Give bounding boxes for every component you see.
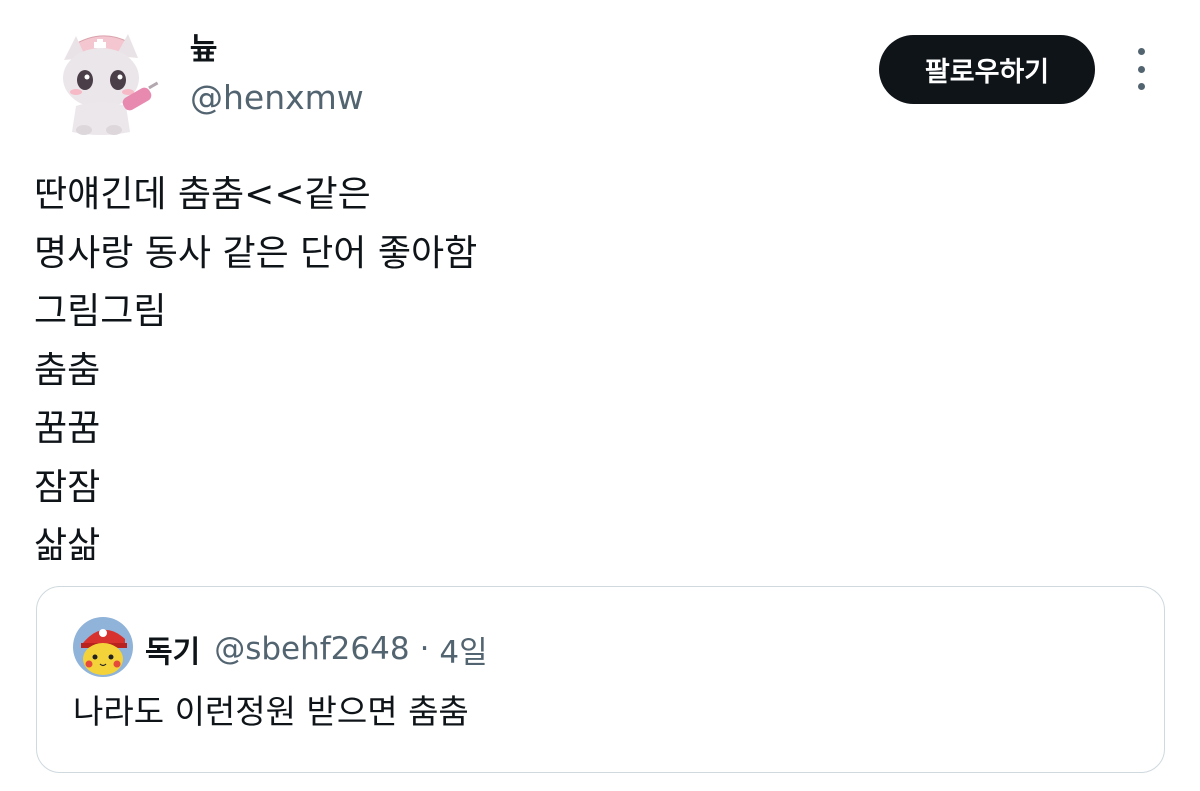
- tweet-line: 잠잠: [34, 466, 101, 508]
- follow-button[interactable]: 팔로우하기: [879, 35, 1095, 104]
- author-info: 늎 @henxmw: [190, 32, 364, 120]
- tweet-line: 춤춤: [34, 349, 101, 391]
- quoted-author-handle[interactable]: @sbehf2648: [214, 631, 409, 667]
- tweet-line: 꿈꿈: [34, 408, 101, 449]
- quoted-author-avatar[interactable]: [73, 617, 133, 677]
- tweet-line: 삶삶: [34, 525, 101, 566]
- author-display-name[interactable]: 늎: [190, 32, 364, 68]
- quoted-tweet-card[interactable]: 독기 @sbehf2648 · 4일 나라도 이런정원 받으면 춤춤: [36, 586, 1165, 773]
- tweet-line: 그림그림: [34, 291, 167, 332]
- more-vertical-icon-dot-2: [1137, 65, 1145, 73]
- quoted-tweet-header: 독기 @sbehf2648 · 4일: [145, 627, 488, 671]
- author-handle[interactable]: @henxmw: [190, 76, 364, 120]
- tweet-line: 딴얘긴데 춤춤<<같은: [34, 174, 371, 215]
- more-options-button[interactable]: [1126, 48, 1156, 90]
- quoted-tweet-text: 나라도 이런정원 받으면 춤춤: [73, 692, 469, 731]
- pink-cat-nurse-avatar-icon: [42, 22, 160, 140]
- tweet-line: 명사랑 동사 같은 단어 좋아함: [34, 232, 478, 274]
- more-vertical-icon-dot-1: [1137, 48, 1145, 55]
- quoted-author-display-name[interactable]: 독기: [145, 627, 200, 671]
- author-avatar[interactable]: [42, 22, 160, 140]
- pikachu-red-cap-avatar-icon: [73, 617, 133, 677]
- header-separator: ·: [419, 631, 430, 667]
- tweet-text: 딴얘긴데 춤춤<<같은 명사랑 동사 같은 단어 좋아함 그림그림 춤춤 꿈꿈 …: [34, 166, 1134, 576]
- more-vertical-icon-dot-3: [1137, 83, 1145, 90]
- quoted-tweet-timestamp[interactable]: 4일: [439, 627, 487, 672]
